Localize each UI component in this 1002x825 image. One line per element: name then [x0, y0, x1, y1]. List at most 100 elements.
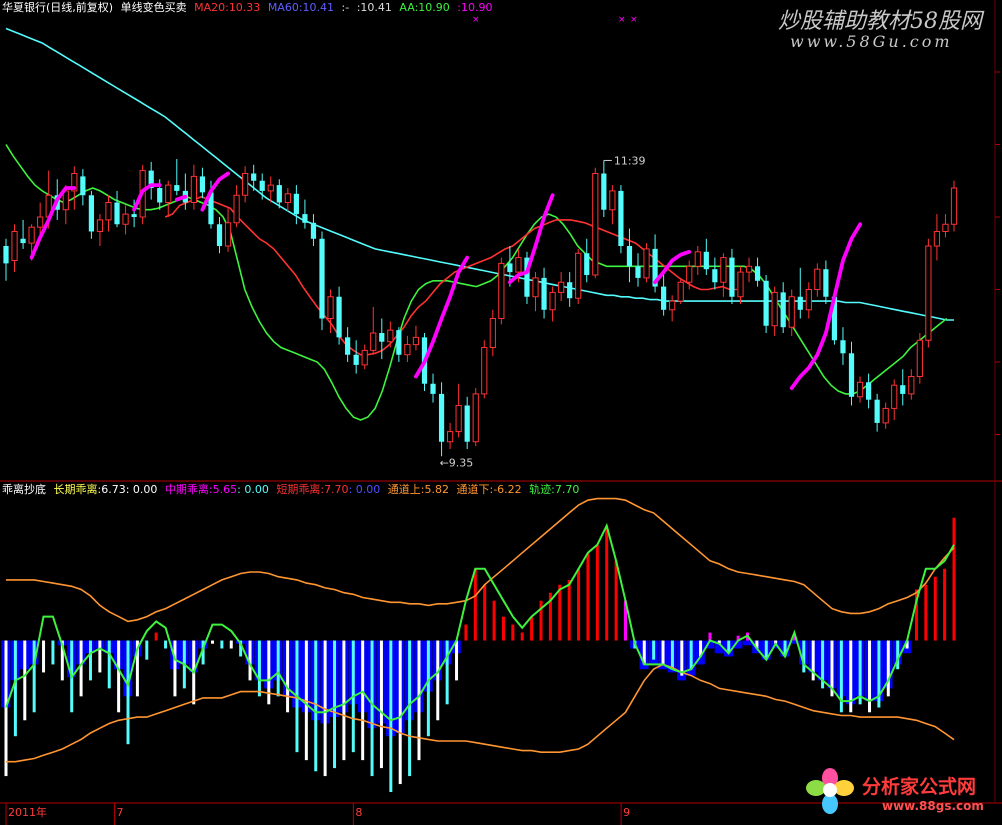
short-bias-bar	[117, 640, 121, 713]
short-bias-bar	[473, 568, 477, 641]
ma20-line	[164, 195, 737, 356]
short-bias-bar	[436, 640, 440, 721]
candle-body	[105, 202, 112, 221]
short-bias-bar	[943, 568, 947, 641]
candle-body	[464, 405, 470, 442]
candle-body	[712, 269, 718, 283]
ma60-value: 10.41	[302, 1, 335, 14]
candle-body	[916, 339, 923, 377]
short-bias-bar	[379, 640, 383, 769]
candle-body	[771, 291, 778, 327]
watermark-flower-logo	[806, 768, 854, 816]
ma60-label: MA60:	[267, 1, 303, 14]
candle-body	[558, 281, 565, 293]
candle-body	[729, 257, 735, 297]
candle-body	[780, 292, 786, 328]
down-value: -6.22	[493, 483, 522, 496]
stock-name: 华夏银行(日线,前复权)	[2, 1, 114, 14]
candle-body	[643, 248, 650, 279]
short-bias-bar	[661, 640, 665, 665]
time-axis-label: 9	[623, 806, 630, 819]
time-axis-label: 2011年	[8, 805, 47, 819]
short-bias-bar	[88, 640, 92, 681]
high-price-label: 11:39	[614, 154, 646, 167]
candle-body	[788, 296, 795, 328]
time-axis-label: 8	[355, 806, 362, 819]
short-bias-bar	[511, 624, 515, 641]
candle-body	[950, 187, 958, 225]
short-bias-bar	[689, 640, 693, 670]
candle-body	[20, 238, 26, 244]
candle-body	[37, 216, 44, 228]
short-bias-bar	[933, 576, 937, 641]
candle-body	[319, 238, 325, 319]
short-bias-bar	[417, 640, 421, 761]
candle-body	[242, 173, 249, 196]
short-bias-bar	[32, 640, 36, 713]
short-bias-bar	[13, 640, 17, 737]
candle-body	[165, 184, 172, 204]
candle-body	[703, 251, 709, 270]
candle-body	[199, 176, 206, 193]
track-label: 轨迹:	[529, 483, 555, 496]
candle-body	[823, 269, 829, 297]
candle-body	[327, 296, 334, 319]
up-value: 5.82	[424, 483, 449, 496]
candle-body	[686, 265, 693, 283]
candle-body	[157, 188, 163, 203]
candle-body	[455, 405, 462, 433]
candle-body	[361, 349, 368, 366]
signal-cross-marker: ×	[618, 15, 626, 25]
ma60-line	[5, 27, 954, 321]
watermark-bottom-title: 分析家公式网	[862, 776, 977, 798]
candle-body	[259, 180, 265, 191]
short-bias-bar	[333, 640, 337, 769]
short-bias-bar	[389, 640, 393, 793]
candle-body	[379, 333, 385, 342]
short-bias-bar	[220, 640, 224, 649]
short-bias-bar	[558, 584, 562, 641]
short-bias-bar	[924, 584, 928, 641]
ma20-label: MA20:	[194, 1, 229, 14]
candle-body	[472, 393, 479, 443]
short-bias-bar	[520, 632, 524, 641]
short-bias-bar	[896, 640, 900, 670]
short-label: 短期乖离:	[276, 483, 325, 496]
candle-body	[882, 407, 889, 424]
short-bias-bar	[595, 544, 599, 641]
short-bias-bar	[210, 640, 214, 644]
aa-value: 10.90	[418, 1, 450, 14]
candle-body	[310, 222, 317, 239]
candle-body	[404, 344, 411, 356]
down-label: 通道下:	[456, 483, 494, 496]
signal-cross-marker: ×	[472, 15, 480, 25]
short-bias-bar	[286, 640, 290, 713]
candle-body	[498, 262, 505, 319]
up-label: 通道上:	[387, 483, 425, 496]
short-bias-bar	[79, 640, 83, 697]
extra-value: :10.41	[356, 1, 392, 14]
short-bias-bar	[670, 640, 674, 670]
long-value: 6.73	[101, 483, 126, 496]
long-value2: : 0.00	[125, 483, 158, 496]
short-bias-bar	[530, 616, 534, 641]
candle-body	[276, 185, 282, 203]
short-bias-bar	[492, 600, 496, 641]
candle-body	[507, 263, 513, 273]
short-bias-bar	[164, 640, 168, 649]
candle-body	[532, 277, 539, 298]
short-bias-bar	[229, 640, 233, 649]
indicator-name: 单线变色买卖	[120, 1, 187, 14]
candle-body	[438, 393, 445, 442]
main-header: 华夏银行(日线,前复权) 单线变色买卖 MA20:10.33 MA60:10.4…	[2, 1, 497, 15]
short-bias-bar	[483, 584, 487, 641]
candle-body	[942, 223, 949, 232]
short-bias-bar	[614, 560, 618, 641]
aa-label: AA:	[399, 1, 419, 14]
candle-body	[856, 381, 864, 398]
long-label: 长期乖离:	[53, 483, 102, 496]
short-bias-bar	[605, 525, 609, 641]
extra-label: :-	[341, 1, 350, 14]
short-bias-bar	[952, 517, 956, 641]
short-bias-bar	[426, 640, 430, 737]
